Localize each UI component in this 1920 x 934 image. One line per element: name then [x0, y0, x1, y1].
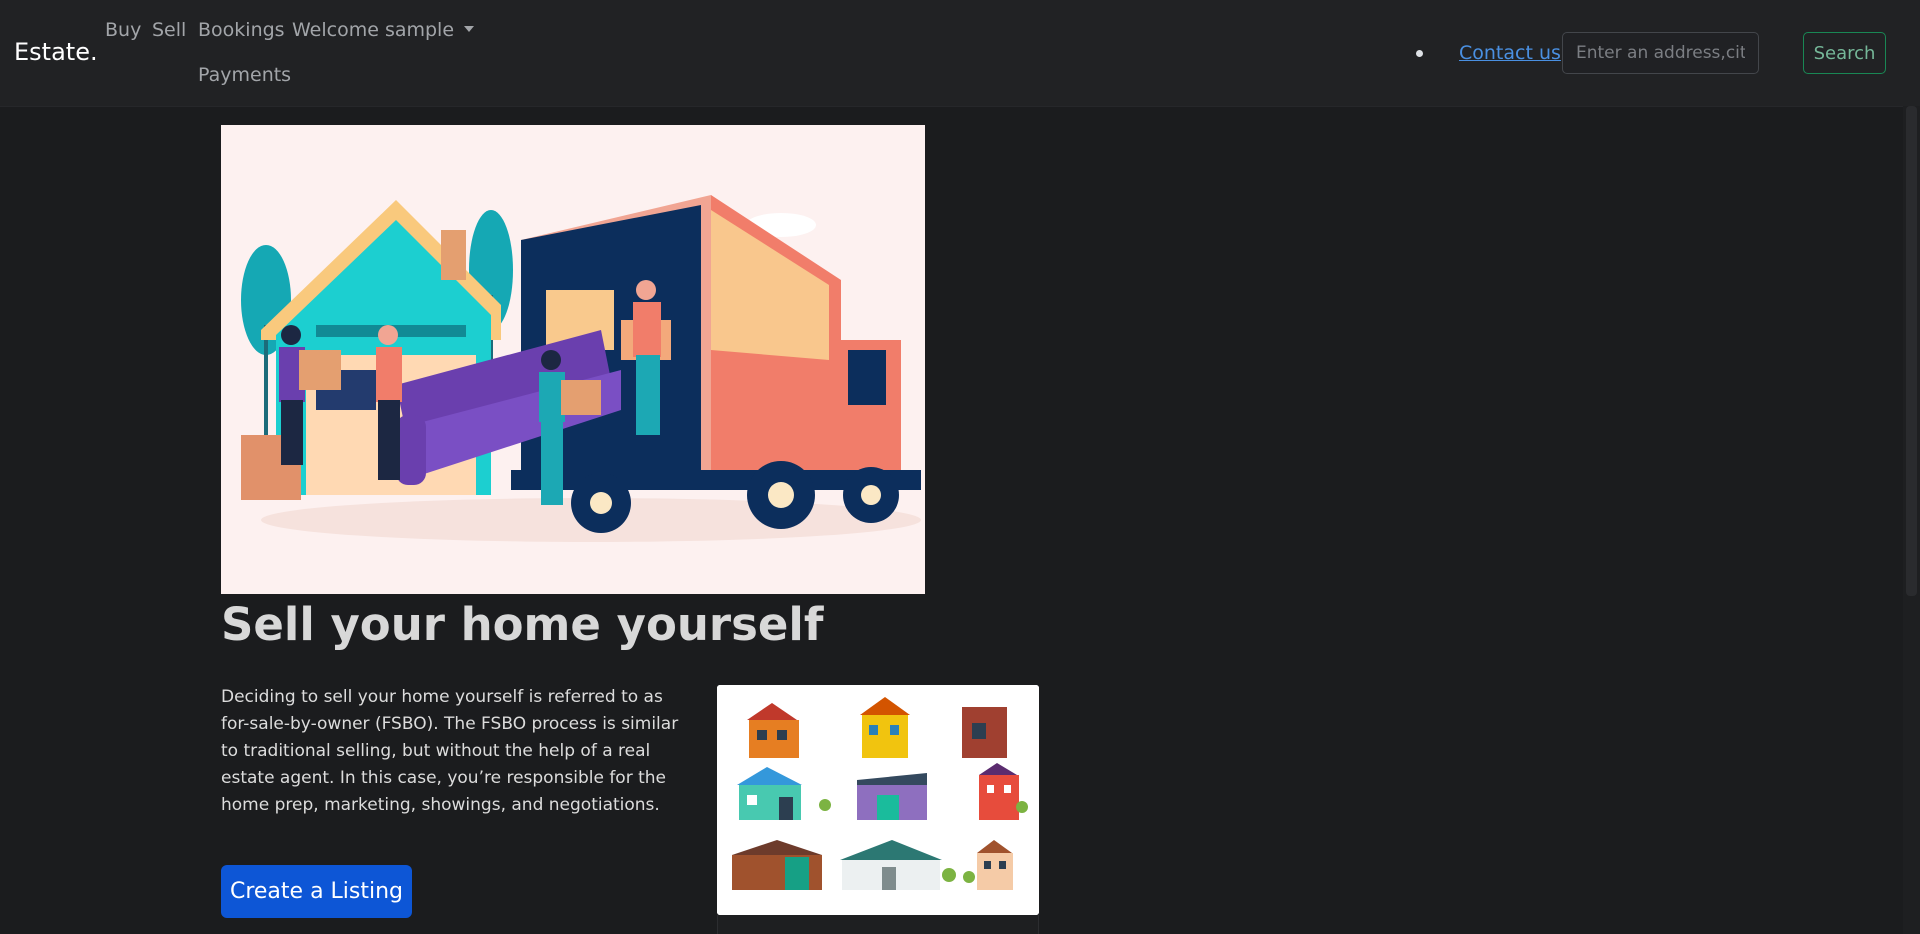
search-button[interactable]: Search [1803, 32, 1886, 74]
hero-illustration-moving-truck [221, 125, 925, 594]
caret-down-icon [464, 26, 475, 32]
fsbo-description: Deciding to sell your home yourself is r… [221, 687, 679, 815]
nav-bookings[interactable]: Bookings [198, 19, 285, 41]
nav-payments[interactable]: Payments [198, 64, 291, 86]
user-menu-dropdown[interactable]: Welcome sample [292, 19, 475, 41]
nav-sell[interactable]: Sell [152, 19, 186, 41]
houses-grid-illustration [717, 685, 1039, 915]
create-listing-button[interactable]: Create a Listing [221, 865, 412, 918]
moving-illustration [221, 125, 925, 594]
brand-logo[interactable]: Estate. [14, 38, 98, 66]
page-title: Sell your home yourself [221, 598, 824, 651]
search-input[interactable] [1562, 32, 1759, 74]
houses-illustration-card [717, 685, 1039, 915]
user-menu-label: Welcome sample [292, 19, 455, 41]
page-scrollbar-thumb[interactable] [1906, 106, 1917, 596]
houses-card-footer [717, 915, 1039, 934]
top-navbar: Estate. Buy Sell Bookings Welcome sample… [0, 0, 1920, 106]
contact-us-link[interactable]: Contact us [1459, 42, 1561, 64]
bullet-dot-icon [1416, 50, 1423, 57]
nav-buy[interactable]: Buy [105, 19, 141, 41]
